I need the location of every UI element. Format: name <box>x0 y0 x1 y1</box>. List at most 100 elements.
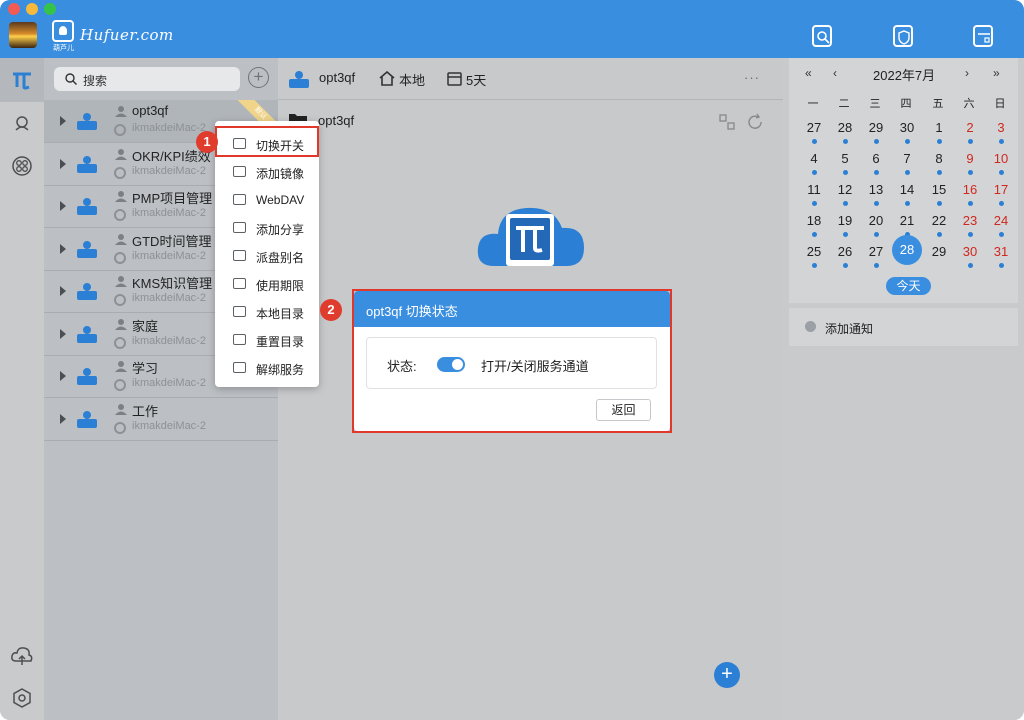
drive-name: GTD时间管理 <box>132 233 212 249</box>
rail-people-tab[interactable] <box>0 102 44 146</box>
calendar-day[interactable]: 30 <box>894 120 920 150</box>
calendar-day[interactable]: 27 <box>863 244 889 274</box>
calendar-day[interactable]: 29 <box>863 120 889 150</box>
calendar-day[interactable]: 13 <box>863 182 889 212</box>
calendar-day[interactable]: 2 <box>957 120 983 150</box>
event-dot-icon <box>843 232 848 237</box>
close-window-button[interactable] <box>8 3 20 15</box>
context-menu-item[interactable]: 添加分享 <box>215 213 319 241</box>
calendar-day[interactable]: 10 <box>988 151 1014 181</box>
calendar-day[interactable]: 4 <box>801 151 827 181</box>
calendar-day[interactable]: 25 <box>801 244 827 274</box>
expand-arrow-icon[interactable] <box>60 158 66 169</box>
event-dot-icon <box>905 170 910 175</box>
context-menu-item[interactable]: 使用期限 <box>215 269 319 297</box>
calendar-day[interactable]: 27 <box>801 120 827 150</box>
context-menu-item[interactable]: 添加镜像 <box>215 157 319 185</box>
context-menu-item-label: 解绑服务 <box>256 363 305 377</box>
prev-year-button[interactable]: « <box>805 66 812 80</box>
drive-icon <box>77 410 97 428</box>
minimize-window-button[interactable] <box>26 3 38 15</box>
calendar-day[interactable]: 24 <box>988 213 1014 243</box>
user-avatar[interactable] <box>9 22 37 48</box>
event-dot-icon <box>812 170 817 175</box>
drive-icon <box>77 240 97 258</box>
expand-arrow-icon[interactable] <box>60 413 66 424</box>
calendar-day[interactable]: 16 <box>957 182 983 212</box>
context-menu-item[interactable]: 重置目录 <box>215 325 319 353</box>
calendar-day[interactable]: 6 <box>863 151 889 181</box>
calendar-day[interactable]: 18 <box>801 213 827 243</box>
add-file-button[interactable]: + <box>714 662 740 688</box>
expand-arrow-icon[interactable] <box>60 328 66 339</box>
calendar-day[interactable]: 22 <box>926 213 952 243</box>
switch-view-icon[interactable] <box>718 113 736 131</box>
event-dot-icon <box>812 201 817 206</box>
refresh-icon[interactable] <box>746 113 764 131</box>
today-button[interactable]: 今天 <box>886 277 931 295</box>
context-menu-item[interactable]: 本地目录 <box>215 297 319 325</box>
calendar-day[interactable]: 11 <box>801 182 827 212</box>
drive-list-item[interactable]: 工作 ikmakdeiMac-2 <box>44 398 278 441</box>
host-gear-icon <box>114 379 126 391</box>
zoom-window-button[interactable] <box>44 3 56 15</box>
calendar-day[interactable]: 31 <box>988 244 1014 274</box>
calendar-day-number: 21 <box>899 213 915 228</box>
calendar-icon[interactable] <box>973 25 993 47</box>
calendar-day-number: 22 <box>931 213 947 228</box>
calendar-day[interactable]: 14 <box>894 182 920 212</box>
add-notice-row[interactable]: 添加通知 <box>789 308 1018 346</box>
drive-host: ikmakdeiMac-2 <box>132 207 206 219</box>
location-label: 本地 <box>399 73 426 88</box>
calendar-day[interactable]: 8 <box>926 151 952 181</box>
rail-upload-tab[interactable] <box>0 634 44 678</box>
event-dot-icon <box>812 139 817 144</box>
next-year-button[interactable]: » <box>993 66 1000 80</box>
calendar-day[interactable]: 28 <box>832 120 858 150</box>
calendar-day[interactable]: 17 <box>988 182 1014 212</box>
calendar-day[interactable]: 1 <box>926 120 952 150</box>
calendar-day[interactable]: 7 <box>894 151 920 181</box>
context-menu-item[interactable]: WebDAV <box>215 185 319 213</box>
search-input[interactable]: 搜索 <box>54 67 240 91</box>
user-icon <box>115 191 127 202</box>
calendar-day-number: 27 <box>868 244 884 259</box>
rail-drive-tab[interactable] <box>0 58 44 102</box>
context-menu-item[interactable]: 解绑服务 <box>215 353 319 381</box>
reset-icon <box>233 334 246 345</box>
prev-month-button[interactable]: ‹ <box>833 66 837 80</box>
rail-apps-tab[interactable] <box>0 144 44 188</box>
cloud-upload-icon <box>11 647 33 665</box>
event-dot-icon <box>937 232 942 237</box>
context-menu-item[interactable]: 派盘别名 <box>215 241 319 269</box>
search-disk-icon[interactable] <box>812 25 832 47</box>
calendar-day[interactable]: 3 <box>988 120 1014 150</box>
event-dot-icon <box>812 232 817 237</box>
calendar-day[interactable]: 30 <box>957 244 983 274</box>
calendar-day[interactable]: 15 <box>926 182 952 212</box>
expand-arrow-icon[interactable] <box>60 243 66 254</box>
expand-arrow-icon[interactable] <box>60 286 66 296</box>
calendar-day-selected[interactable]: 28 <box>892 235 922 265</box>
settings-gear-icon <box>13 688 31 708</box>
calendar-day[interactable]: 19 <box>832 213 858 243</box>
expand-arrow-icon[interactable] <box>60 116 66 126</box>
calendar-day[interactable]: 29 <box>926 244 952 274</box>
search-icon <box>65 73 77 85</box>
context-menu-item-label: WebDAV <box>256 193 305 207</box>
calendar-day[interactable]: 12 <box>832 182 858 212</box>
calendar-day[interactable]: 26 <box>832 244 858 274</box>
add-drive-button[interactable]: + <box>248 67 269 88</box>
calendar-day[interactable]: 9 <box>957 151 983 181</box>
rail-settings-tab[interactable] <box>0 676 44 720</box>
expand-arrow-icon[interactable] <box>60 201 66 211</box>
calendar-day[interactable]: 20 <box>863 213 889 243</box>
expand-arrow-icon[interactable] <box>60 371 66 381</box>
calendar-panel: « ‹ 2022年7月 › » 一二三四五六日 27 28 29 30 1 2 3 4 5 6 7 8 9… <box>783 58 1024 720</box>
more-options-button[interactable]: ··· <box>744 70 760 85</box>
calendar-day[interactable]: 23 <box>957 213 983 243</box>
next-month-button[interactable]: › <box>965 66 969 80</box>
calendar-day-number: 16 <box>962 182 978 197</box>
shield-icon[interactable] <box>893 25 913 47</box>
calendar-day[interactable]: 5 <box>832 151 858 181</box>
